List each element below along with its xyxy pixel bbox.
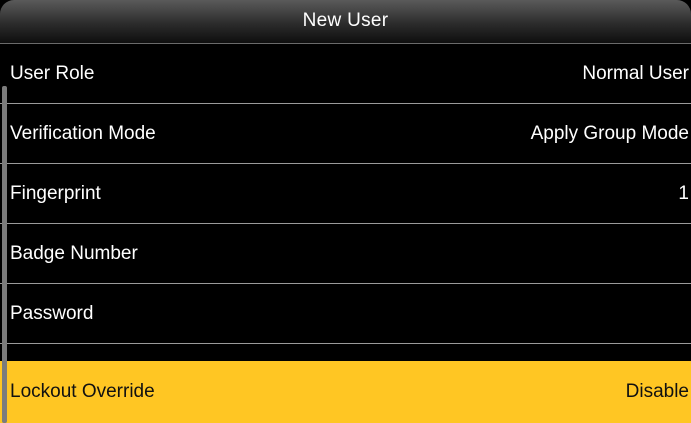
menu-item-value: Apply Group Mode — [530, 123, 689, 144]
menu-item-verification-mode[interactable]: Verification Mode Apply Group Mode — [0, 104, 691, 164]
menu-list: User Role Normal User Verification Mode … — [0, 44, 691, 423]
menu-item-password[interactable]: Password — [0, 284, 691, 344]
title-bar: New User — [0, 0, 691, 44]
menu-item-lockout-override[interactable]: Lockout Override Disable — [0, 361, 691, 423]
menu-item-value: Disable — [625, 381, 689, 402]
menu-item-label: Password — [10, 303, 94, 324]
menu-item-value: Normal User — [582, 63, 689, 84]
menu-item-label: Lockout Override — [10, 381, 155, 402]
menu-item-label: User Role — [10, 63, 95, 84]
page-title: New User — [302, 10, 389, 31]
menu-item-label: Badge Number — [10, 243, 138, 264]
menu-item-label: Fingerprint — [10, 183, 101, 204]
menu-item-user-role[interactable]: User Role Normal User — [0, 44, 691, 104]
scrollbar[interactable] — [2, 86, 7, 423]
device-screen: New User User Role Normal User Verificat… — [0, 0, 691, 423]
menu-item-fingerprint[interactable]: Fingerprint 1 — [0, 164, 691, 224]
menu-item-value: 1 — [678, 183, 689, 204]
menu-item-label: Verification Mode — [10, 123, 156, 144]
menu-item-badge-number[interactable]: Badge Number — [0, 224, 691, 284]
